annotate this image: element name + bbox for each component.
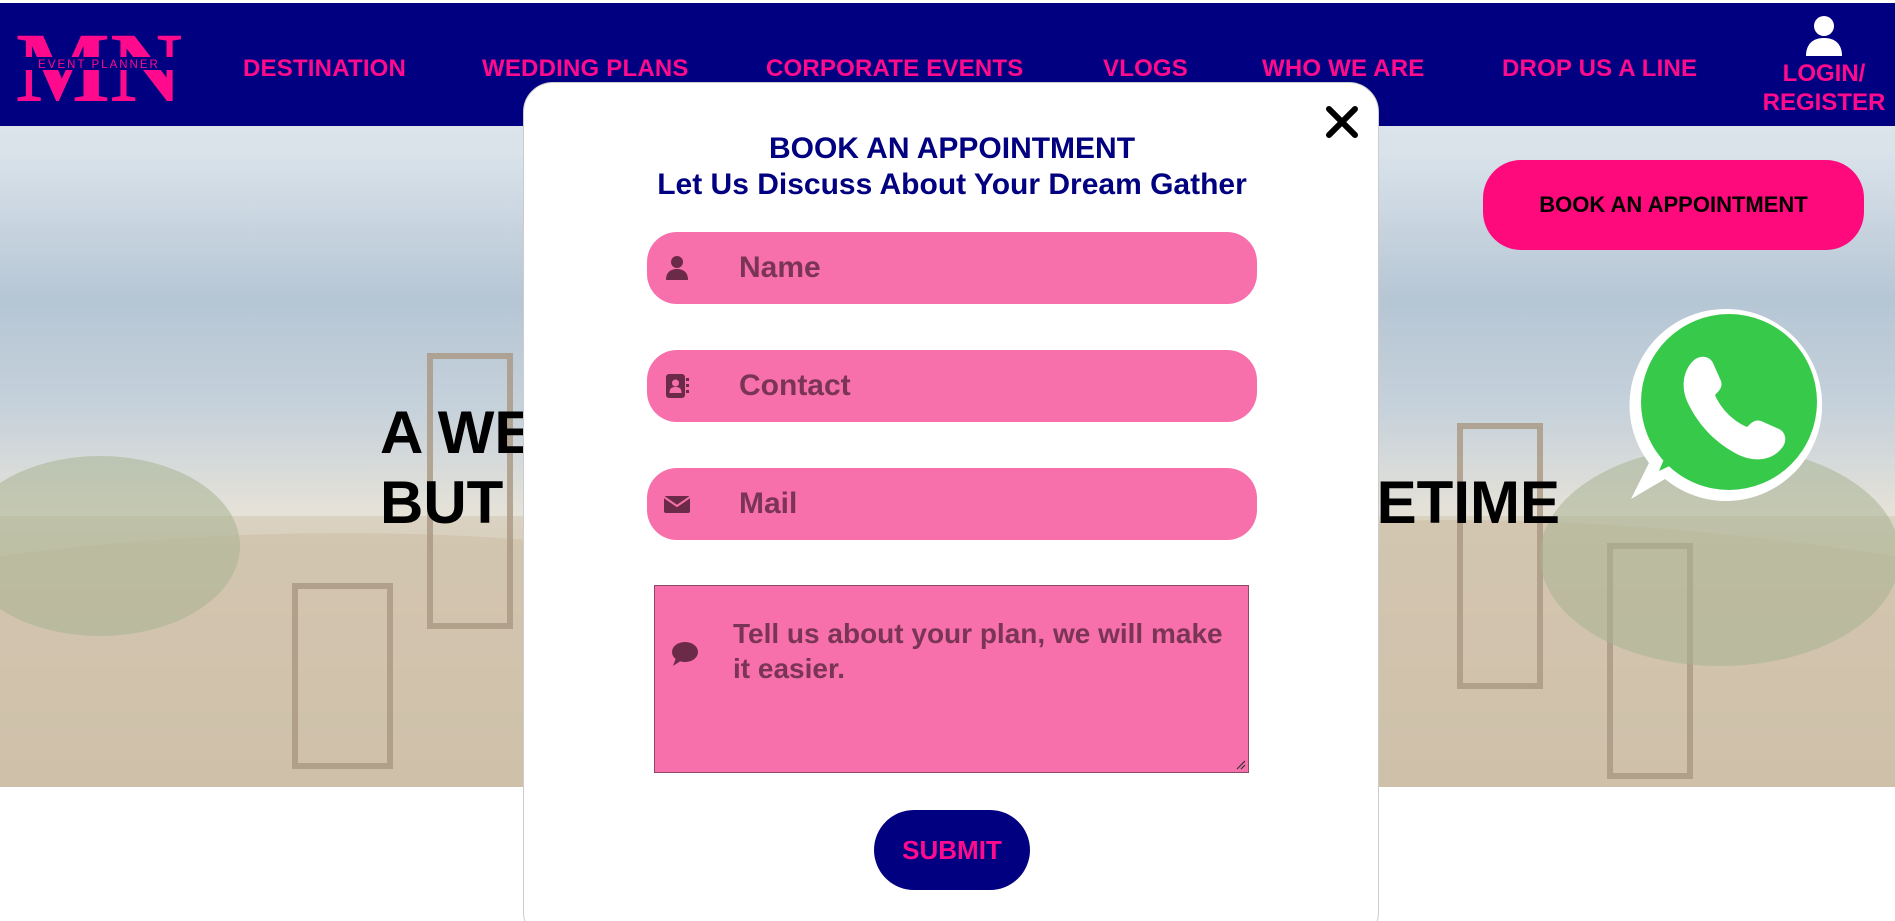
book-appointment-button[interactable]: BOOK AN APPOINTMENT	[1483, 160, 1864, 250]
modal-heading: BOOK AN APPOINTMENT Let Us Discuss About…	[524, 131, 1380, 203]
login-register-link[interactable]: LOGIN/ REGISTER	[1756, 15, 1892, 117]
submit-button[interactable]: SUBMIT	[874, 810, 1030, 890]
appointment-modal: BOOK AN APPOINTMENT Let Us Discuss About…	[523, 82, 1379, 921]
register-label: REGISTER	[1762, 89, 1886, 116]
whatsapp-icon[interactable]	[1625, 303, 1830, 508]
comment-icon	[672, 642, 698, 666]
hero-headline-line2-left: BUT	[380, 469, 504, 536]
name-field[interactable]	[647, 232, 1257, 304]
mail-input[interactable]	[739, 468, 1239, 540]
resize-handle-icon[interactable]	[1236, 760, 1246, 770]
modal-subtitle: Let Us Discuss About Your Dream Gather	[657, 168, 1247, 201]
plan-textarea[interactable]	[733, 616, 1233, 756]
user-icon	[1806, 16, 1842, 56]
plan-field[interactable]	[654, 585, 1249, 773]
nav-corporate-events[interactable]: CORPORATE EVENTS	[766, 55, 1023, 83]
nav-drop-us-a-line[interactable]: DROP US A LINE	[1502, 55, 1697, 83]
envelope-icon	[663, 496, 691, 513]
nav-vlogs[interactable]: VLOGS	[1103, 55, 1188, 83]
address-book-icon	[666, 374, 689, 398]
contact-field[interactable]	[647, 350, 1257, 422]
nav-destination[interactable]: DESTINATION	[243, 55, 406, 83]
hero-headline-line2-right: ETIME	[1376, 469, 1560, 536]
nav-wedding-plans[interactable]: WEDDING PLANS	[482, 55, 689, 83]
name-input[interactable]	[739, 232, 1239, 304]
login-label: LOGIN/	[1782, 60, 1866, 87]
mail-field[interactable]	[647, 468, 1257, 540]
user-icon	[666, 256, 688, 280]
modal-title: BOOK AN APPOINTMENT	[768, 132, 1136, 165]
nav-who-we-are[interactable]: WHO WE ARE	[1262, 55, 1424, 83]
contact-input[interactable]	[739, 350, 1239, 422]
